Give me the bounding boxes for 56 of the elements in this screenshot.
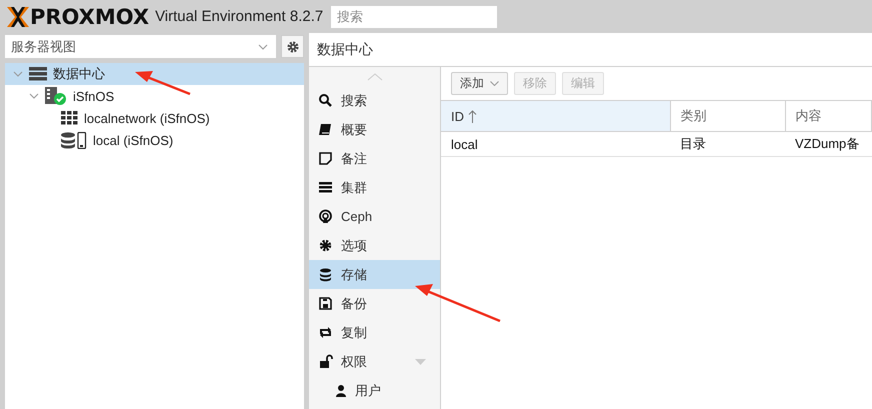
tree-item[interactable]: 数据中心	[5, 63, 304, 85]
search-field[interactable]: 搜索	[331, 6, 498, 28]
tree-item[interactable]: iSfnOS	[5, 85, 304, 107]
nav-item[interactable]: Ceph	[309, 202, 440, 231]
nav-icon	[318, 180, 333, 195]
nav-item[interactable]: 复制	[309, 318, 440, 347]
panel-title: 数据中心	[317, 40, 373, 58]
x-logo-icon	[6, 6, 30, 28]
nav-icon	[318, 122, 333, 137]
chevron-down-icon[interactable]	[13, 70, 23, 78]
nav-item[interactable]: 选项	[309, 231, 440, 260]
tree-item[interactable]: localnetwork (iSfnOS)	[5, 107, 304, 129]
nav-icon	[318, 238, 333, 253]
caret-icon[interactable]	[415, 358, 426, 364]
table-cell: VZDump备	[785, 132, 872, 156]
nav-icon	[318, 296, 333, 311]
server-status-icon	[45, 87, 67, 105]
nav-item[interactable]: 备注	[309, 144, 440, 173]
annotation-arrow	[133, 68, 193, 96]
nav-icon	[318, 209, 333, 224]
database-icon	[61, 132, 87, 148]
settings-button[interactable]	[281, 35, 304, 58]
sort-up-icon	[468, 110, 477, 122]
nav-item[interactable]: 概要	[309, 115, 440, 144]
nav-icon	[318, 354, 333, 369]
product-name: Virtual Environment 8.2.7	[155, 8, 324, 25]
chevron-down-icon[interactable]	[29, 92, 39, 100]
brand-logo: PROXMOX	[30, 4, 150, 28]
nav-item[interactable]: 权限	[309, 347, 440, 376]
table-cell: local	[441, 132, 670, 156]
column-header[interactable]: 内容	[785, 101, 872, 132]
tree-label: local (iSfnOS)	[93, 132, 174, 148]
table-cell: 目录	[670, 132, 785, 156]
tree-item[interactable]: local (iSfnOS)	[5, 129, 304, 151]
nav-icon	[318, 325, 333, 340]
scroll-up-icon[interactable]	[366, 73, 382, 81]
column-header[interactable]: ID	[441, 101, 670, 132]
nav-icon	[318, 151, 333, 166]
grid-icon	[61, 111, 78, 125]
gear-icon	[286, 40, 300, 54]
server-rack-icon	[29, 67, 47, 81]
nav-icon	[318, 267, 333, 282]
user-icon	[335, 384, 347, 398]
column-header[interactable]: 类别	[670, 101, 785, 132]
tree-label: iSfnOS	[73, 88, 114, 104]
tree-label: localnetwork (iSfnOS)	[84, 110, 210, 126]
tree-label: 数据中心	[53, 65, 105, 83]
toolbar-button[interactable]: 添加	[451, 72, 508, 95]
nav-item[interactable]: 集群	[309, 173, 440, 202]
nav-item[interactable]: 存储	[309, 260, 440, 289]
nav-item[interactable]: 用户	[309, 376, 440, 405]
chevron-down-icon	[258, 44, 268, 50]
nav-icon	[318, 93, 333, 108]
nav-item[interactable]: 搜索	[309, 86, 440, 115]
view-dropdown[interactable]: 服务器视图	[5, 35, 276, 58]
nav-item[interactable]: 备份	[309, 289, 440, 318]
